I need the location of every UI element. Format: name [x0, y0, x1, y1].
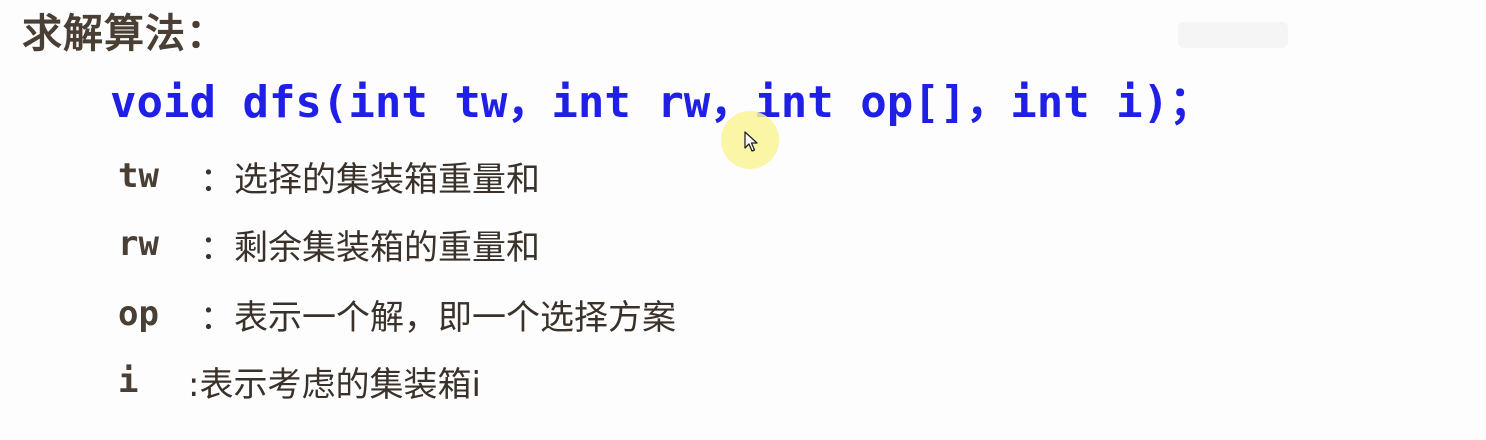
- param-description: :表示考虑的集装箱i: [188, 364, 481, 405]
- param-description: ：表示一个解，即一个选择方案: [200, 297, 676, 338]
- param-name: op: [118, 294, 159, 334]
- slide: 求解算法： void dfs(int tw，int rw，int op[]，in…: [0, 0, 1486, 440]
- param-row-i: i :表示考虑的集装箱i: [118, 355, 481, 407]
- param-row-rw: rw ：剩余集装箱的重量和: [118, 218, 540, 270]
- faint-watermark: [1178, 22, 1288, 48]
- param-description: ：剩余集装箱的重量和: [200, 227, 540, 268]
- function-signature: void dfs(int tw，int rw，int op[]，int i)；: [110, 77, 1214, 128]
- param-name: i: [118, 361, 139, 401]
- slide-title: 求解算法：: [22, 11, 227, 57]
- param-row-op: op ：表示一个解，即一个选择方案: [118, 288, 676, 340]
- param-row-tw: tw ：选择的集装箱重量和: [118, 150, 540, 202]
- param-name: tw: [118, 156, 159, 196]
- param-description: ：选择的集装箱重量和: [200, 159, 540, 200]
- param-name: rw: [118, 224, 159, 264]
- mouse-pointer-icon: [744, 131, 758, 152]
